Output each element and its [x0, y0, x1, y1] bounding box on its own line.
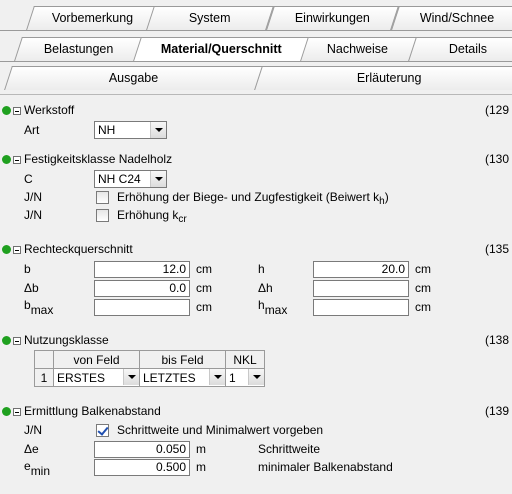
- status-dot-icon: [2, 336, 11, 345]
- bmax-label: bmax: [24, 298, 54, 317]
- tab-system[interactable]: System: [146, 6, 274, 30]
- delta-h-label: Δh: [258, 281, 273, 295]
- tab-material-querschnitt[interactable]: Material/Querschnitt: [133, 37, 309, 61]
- tab-nachweise[interactable]: Nachweise: [298, 37, 418, 61]
- nkl-select[interactable]: 1: [225, 368, 265, 387]
- chevron-down-icon[interactable]: [248, 369, 264, 385]
- tab-row-1: Vorbemerkung System Einwirkungen Wind/Sc…: [0, 6, 512, 31]
- collapse-icon[interactable]: [13, 337, 21, 345]
- tab-belastungen[interactable]: Belastungen: [14, 37, 144, 61]
- collapse-icon[interactable]: [13, 156, 21, 164]
- tab-wind-schnee[interactable]: Wind/Schnee: [391, 6, 512, 30]
- column-header: von Feld: [53, 350, 140, 369]
- section-ref-werkstoff: (129: [485, 103, 510, 117]
- h-unit: cm: [415, 262, 431, 276]
- tab-erlaeuterung[interactable]: Erläuterung: [254, 66, 512, 90]
- b-input[interactable]: 12.0: [94, 261, 190, 278]
- h-label: h: [258, 262, 265, 276]
- tab-ausgabe[interactable]: Ausgabe: [4, 66, 264, 90]
- delta-h-unit: cm: [415, 281, 431, 295]
- chevron-down-icon[interactable]: [209, 369, 225, 385]
- delta-h-input[interactable]: [313, 280, 409, 297]
- status-dot-icon: [2, 106, 11, 115]
- emin-description: minimaler Balkenabstand: [258, 460, 393, 474]
- table-row: 1 ERSTES LETZTES 1: [34, 368, 265, 387]
- delta-e-input[interactable]: 0.050: [94, 441, 190, 458]
- bis-feld-select[interactable]: LETZTES: [139, 368, 226, 387]
- section-ref-rechteckquerschnitt: (135: [485, 242, 510, 256]
- jn-label: J/N: [24, 423, 42, 437]
- art-label: Art: [24, 123, 40, 137]
- status-dot-icon: [2, 407, 11, 416]
- delta-b-unit: cm: [196, 281, 212, 295]
- delta-e-label: Δe: [24, 442, 39, 456]
- tab-einwirkungen[interactable]: Einwirkungen: [266, 6, 399, 30]
- tab-row-2: Belastungen Material/Querschnitt Nachwei…: [0, 37, 512, 62]
- section-ref-nutzungsklasse: (138: [485, 333, 510, 347]
- bmax-input[interactable]: [94, 299, 190, 316]
- b-unit: cm: [196, 262, 212, 276]
- collapse-icon[interactable]: [13, 246, 21, 254]
- status-dot-icon: [2, 245, 11, 254]
- collapse-icon[interactable]: [13, 107, 21, 115]
- collapse-icon[interactable]: [13, 408, 21, 416]
- row-index: 1: [34, 368, 54, 387]
- column-header: NKL: [225, 350, 265, 369]
- h-input[interactable]: 20.0: [313, 261, 409, 278]
- hmax-label: hmax: [258, 298, 288, 317]
- delta-e-description: Schrittweite: [258, 442, 321, 456]
- table-corner: [34, 350, 54, 369]
- status-dot-icon: [2, 155, 11, 164]
- jn-label: J/N: [24, 208, 42, 222]
- delta-b-label: Δb: [24, 281, 39, 295]
- tab-row-3: Ausgabe Erläuterung: [0, 66, 512, 91]
- emin-unit: m: [196, 460, 206, 474]
- kcr-checkbox[interactable]: [96, 209, 109, 222]
- c-label: C: [24, 172, 33, 186]
- delta-b-input[interactable]: 0.0: [94, 280, 190, 297]
- tab-divider: [0, 30, 512, 31]
- section-title-werkstoff: Werkstoff: [24, 103, 75, 117]
- biegefestigkeit-label: Erhöhung der Biege- und Zugfestigkeit (B…: [117, 190, 389, 207]
- von-feld-select[interactable]: ERSTES: [53, 368, 140, 387]
- b-label: b: [24, 262, 31, 276]
- bmax-unit: cm: [196, 300, 212, 314]
- emin-input[interactable]: 0.500: [94, 459, 190, 476]
- festigkeitsklasse-select[interactable]: NH C24: [94, 170, 167, 188]
- schrittweite-checkbox[interactable]: [96, 424, 109, 437]
- biegefestigkeit-checkbox[interactable]: [96, 191, 109, 204]
- chevron-down-icon[interactable]: [150, 122, 166, 138]
- emin-label: emin: [24, 459, 51, 478]
- section-title-balkenabstand: Ermittlung Balkenabstand: [24, 404, 161, 418]
- art-select[interactable]: NH: [94, 121, 167, 139]
- table-header-row: von Feld bis Feld NKL: [34, 350, 265, 369]
- kcr-label: Erhöhung kcr: [117, 208, 187, 225]
- hmax-input[interactable]: [313, 299, 409, 316]
- chevron-down-icon[interactable]: [150, 171, 166, 187]
- tab-vorbemerkung[interactable]: Vorbemerkung: [26, 6, 159, 30]
- hmax-unit: cm: [415, 300, 431, 314]
- content-panel: Werkstoff (129 Art NH Festigkeitsklasse …: [0, 94, 512, 494]
- jn-label: J/N: [24, 190, 42, 204]
- chevron-down-icon[interactable]: [123, 369, 139, 385]
- section-ref-festigkeitsklasse: (130: [485, 152, 510, 166]
- tab-details[interactable]: Details: [408, 37, 512, 61]
- section-title-nutzungsklasse: Nutzungsklasse: [24, 333, 109, 347]
- section-title-rechteckquerschnitt: Rechteckquerschnitt: [24, 242, 133, 256]
- schrittweite-checkbox-label: Schrittweite und Minimalwert vorgeben: [117, 423, 324, 437]
- column-header: bis Feld: [139, 350, 226, 369]
- section-ref-balkenabstand: (139: [485, 404, 510, 418]
- nutzungsklasse-table: von Feld bis Feld NKL 1 ERSTES LETZTES 1: [34, 350, 265, 387]
- section-title-festigkeitsklasse: Festigkeitsklasse Nadelholz: [24, 152, 173, 166]
- tab-divider: [0, 61, 512, 62]
- delta-e-unit: m: [196, 442, 206, 456]
